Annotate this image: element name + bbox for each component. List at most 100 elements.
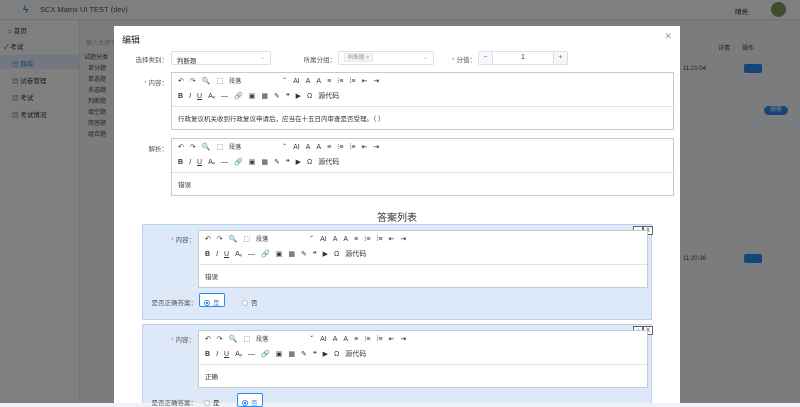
correct-no-radio[interactable]: 否 <box>237 293 263 307</box>
redo-icon[interactable]: ↷ <box>217 235 223 243</box>
undo-icon[interactable]: ↶ <box>205 235 211 243</box>
answer-editor[interactable]: ↶ ↷ 🔍 ⬚ 段落 AI AA ≡ ⁝≡ ⁞≡ ⇤ ⇥ BIU Aᵥ — 🔗 ▣ ▦ ✎ ❝ ▶ Ω 源代码 错误 <box>198 230 648 288</box>
media-icon[interactable]: ▶ <box>296 92 301 100</box>
correct-yes-radio[interactable]: 是 <box>199 293 225 307</box>
italic-icon[interactable]: I <box>216 351 218 358</box>
select-all-icon[interactable]: ⬚ <box>243 335 250 343</box>
font-color-icon[interactable]: A <box>306 78 311 85</box>
paragraph-select[interactable]: 段落 <box>229 142 287 151</box>
redo-icon[interactable]: ↷ <box>190 143 196 151</box>
highlight-icon[interactable]: ✎ <box>274 158 280 166</box>
special-char-icon[interactable]: Ω <box>307 159 312 166</box>
italic-icon[interactable]: I <box>189 93 191 100</box>
special-char-icon[interactable]: Ω <box>307 93 312 100</box>
image-icon[interactable]: ▣ <box>249 158 256 166</box>
hr-icon[interactable]: — <box>221 93 228 100</box>
undo-icon[interactable]: ↶ <box>178 77 184 85</box>
strike-icon[interactable]: Aᵥ <box>235 351 242 358</box>
numbered-list-icon[interactable]: ⁞≡ <box>376 236 382 243</box>
find-icon[interactable]: 🔍 <box>229 335 238 343</box>
bg-color-icon[interactable]: A <box>343 236 348 243</box>
bullet-list-icon[interactable]: ⁝≡ <box>337 77 343 85</box>
underline-icon[interactable]: U <box>224 351 229 358</box>
bullet-list-icon[interactable]: ⁝≡ <box>364 335 370 343</box>
source-code-button[interactable]: 源代码 <box>318 91 339 101</box>
decrement-button[interactable]: − <box>479 52 493 64</box>
answer-text[interactable]: 错误 <box>199 264 647 288</box>
font-color-icon[interactable]: A <box>333 236 338 243</box>
outdent-icon[interactable]: ⇤ <box>362 77 368 85</box>
indent-icon[interactable]: ⇥ <box>400 335 406 343</box>
analysis-text[interactable]: 错误 <box>172 172 673 196</box>
align-icon[interactable]: ≡ <box>354 236 358 243</box>
highlight-icon[interactable]: ✎ <box>274 92 280 100</box>
align-icon[interactable]: ≡ <box>327 144 331 151</box>
score-value[interactable]: 1 <box>493 54 553 61</box>
underline-icon[interactable]: U <box>197 93 202 100</box>
numbered-list-icon[interactable]: ⁞≡ <box>376 336 382 343</box>
indent-icon[interactable]: ⇥ <box>373 77 379 85</box>
highlight-icon[interactable]: ✎ <box>301 350 307 358</box>
strike-icon[interactable]: Aᵥ <box>235 251 242 258</box>
font-size-icon[interactable]: AI <box>293 78 300 85</box>
bg-color-icon[interactable]: A <box>316 78 321 85</box>
bg-color-icon[interactable]: A <box>316 144 321 151</box>
find-icon[interactable]: 🔍 <box>229 235 238 243</box>
link-icon[interactable]: 🔗 <box>261 350 270 358</box>
score-stepper[interactable]: − 1 + <box>478 51 568 65</box>
special-char-icon[interactable]: Ω <box>334 351 339 358</box>
font-size-icon[interactable]: AI <box>320 236 327 243</box>
analysis-editor[interactable]: ↶ ↷ 🔍 ⬚ 段落 AI AA ≡ ⁝≡ ⁞≡ ⇤ ⇥ BIU Aᵥ — 🔗 ▣ ▦ ✎ ❝ ▶ Ω 源代码 错误 <box>171 138 674 196</box>
align-icon[interactable]: ≡ <box>327 78 331 85</box>
source-code-button[interactable]: 源代码 <box>345 349 366 359</box>
media-icon[interactable]: ▶ <box>323 250 328 258</box>
media-icon[interactable]: ▶ <box>296 158 301 166</box>
special-char-icon[interactable]: Ω <box>334 251 339 258</box>
bold-icon[interactable]: B <box>205 251 210 258</box>
image-icon[interactable]: ▣ <box>276 250 283 258</box>
find-icon[interactable]: 🔍 <box>202 77 211 85</box>
content-text[interactable]: 行政复议机关收到行政复议申请后，应当在十五日内审查是否受理。（ ） <box>172 106 673 130</box>
group-select[interactable]: 判断题 × ⌄ <box>338 51 434 65</box>
link-icon[interactable]: 🔗 <box>234 158 243 166</box>
close-icon[interactable]: ✕ <box>664 31 672 42</box>
outdent-icon[interactable]: ⇤ <box>389 335 395 343</box>
bullet-list-icon[interactable]: ⁝≡ <box>364 235 370 243</box>
italic-icon[interactable]: I <box>189 159 191 166</box>
font-color-icon[interactable]: A <box>333 336 338 343</box>
quote-icon[interactable]: ❝ <box>286 92 290 100</box>
bold-icon[interactable]: B <box>205 351 210 358</box>
correct-yes-radio[interactable]: 是 <box>199 393 225 407</box>
italic-icon[interactable]: I <box>216 251 218 258</box>
answer-editor[interactable]: ↶ ↷ 🔍 ⬚ 段落 AI AA ≡ ⁝≡ ⁞≡ ⇤ ⇥ BIU Aᵥ — 🔗 ▣ ▦ ✎ ❝ ▶ Ω 源代码 正确 <box>198 330 648 388</box>
underline-icon[interactable]: U <box>224 251 229 258</box>
paragraph-select[interactable]: 段落 <box>256 334 314 343</box>
paragraph-select[interactable]: 段落 <box>229 76 287 85</box>
find-icon[interactable]: 🔍 <box>202 143 211 151</box>
quote-icon[interactable]: ❝ <box>286 158 290 166</box>
indent-icon[interactable]: ⇥ <box>400 235 406 243</box>
increment-button[interactable]: + <box>553 52 567 64</box>
hr-icon[interactable]: — <box>221 159 228 166</box>
bg-color-icon[interactable]: A <box>343 336 348 343</box>
outdent-icon[interactable]: ⇤ <box>362 143 368 151</box>
bold-icon[interactable]: B <box>178 93 183 100</box>
select-all-icon[interactable]: ⬚ <box>243 235 250 243</box>
quote-icon[interactable]: ❝ <box>313 250 317 258</box>
type-select[interactable]: 判断题 ⌄ <box>171 51 271 65</box>
undo-icon[interactable]: ↶ <box>178 143 184 151</box>
table-icon[interactable]: ▦ <box>288 250 295 258</box>
bold-icon[interactable]: B <box>178 159 183 166</box>
select-all-icon[interactable]: ⬚ <box>216 77 223 85</box>
hr-icon[interactable]: — <box>248 351 255 358</box>
bullet-list-icon[interactable]: ⁝≡ <box>337 143 343 151</box>
underline-icon[interactable]: U <box>197 159 202 166</box>
answer-text[interactable]: 正确 <box>199 364 647 388</box>
correct-no-radio[interactable]: 否 <box>237 393 263 407</box>
source-code-button[interactable]: 源代码 <box>345 249 366 259</box>
select-all-icon[interactable]: ⬚ <box>216 143 223 151</box>
font-color-icon[interactable]: A <box>306 144 311 151</box>
font-size-icon[interactable]: AI <box>320 336 327 343</box>
source-code-button[interactable]: 源代码 <box>318 157 339 167</box>
table-icon[interactable]: ▦ <box>261 158 268 166</box>
